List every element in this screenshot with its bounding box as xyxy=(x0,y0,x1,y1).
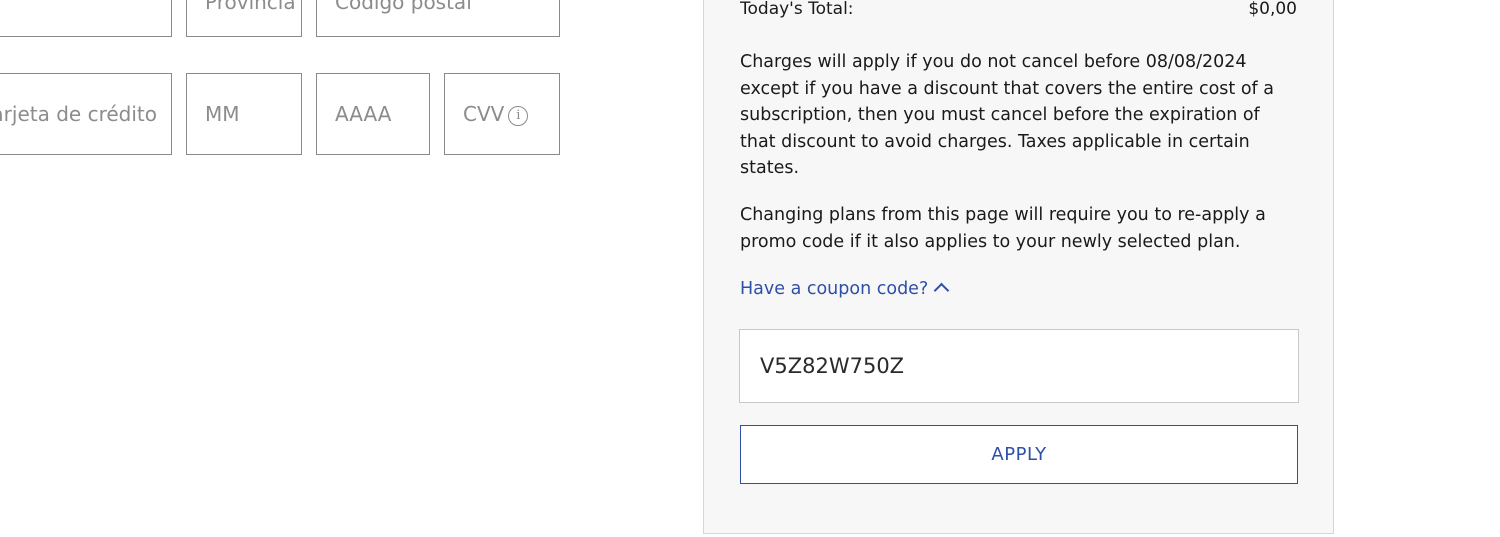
todays-total-row: Today's Total: $0,00 xyxy=(740,0,1297,19)
postal-code-field[interactable]: Código postal xyxy=(316,0,560,37)
expiry-month-field[interactable]: MM xyxy=(186,73,302,155)
cvv-placeholder: CVV xyxy=(463,102,505,126)
expiry-year-field[interactable]: AAAA xyxy=(316,73,430,155)
todays-total-label: Today's Total: xyxy=(740,0,854,19)
apply-coupon-button[interactable]: APPLY xyxy=(740,425,1298,484)
coupon-code-input[interactable] xyxy=(739,329,1299,403)
coupon-toggle-link[interactable]: Have a coupon code? xyxy=(740,279,950,299)
cvv-placeholder-wrap: CVV i xyxy=(463,102,529,126)
plan-change-notice: Changing plans from this page will requi… xyxy=(740,205,1266,252)
cvv-field[interactable]: CVV i xyxy=(444,73,560,155)
charges-notice: Charges will apply if you do not cancel … xyxy=(740,52,1274,178)
province-placeholder: Provincia xyxy=(205,0,296,14)
card-number-placeholder: Número de tarjeta de crédito xyxy=(0,102,157,126)
checkout-page: Provincia Código postal Número de tarjet… xyxy=(0,0,1500,537)
order-summary-panel: Today's Total: $0,00 Charges will apply … xyxy=(703,0,1334,534)
coupon-toggle-label: Have a coupon code? xyxy=(740,279,929,299)
info-icon[interactable]: i xyxy=(508,106,529,126)
province-field[interactable]: Provincia xyxy=(186,0,302,37)
address-field[interactable] xyxy=(0,0,172,37)
card-number-field[interactable]: Número de tarjeta de crédito xyxy=(0,73,172,155)
expiry-year-placeholder: AAAA xyxy=(335,102,392,126)
todays-total-value: $0,00 xyxy=(1248,0,1297,19)
postal-code-placeholder: Código postal xyxy=(335,0,472,14)
chevron-up-icon xyxy=(933,282,950,299)
expiry-month-placeholder: MM xyxy=(205,102,240,126)
